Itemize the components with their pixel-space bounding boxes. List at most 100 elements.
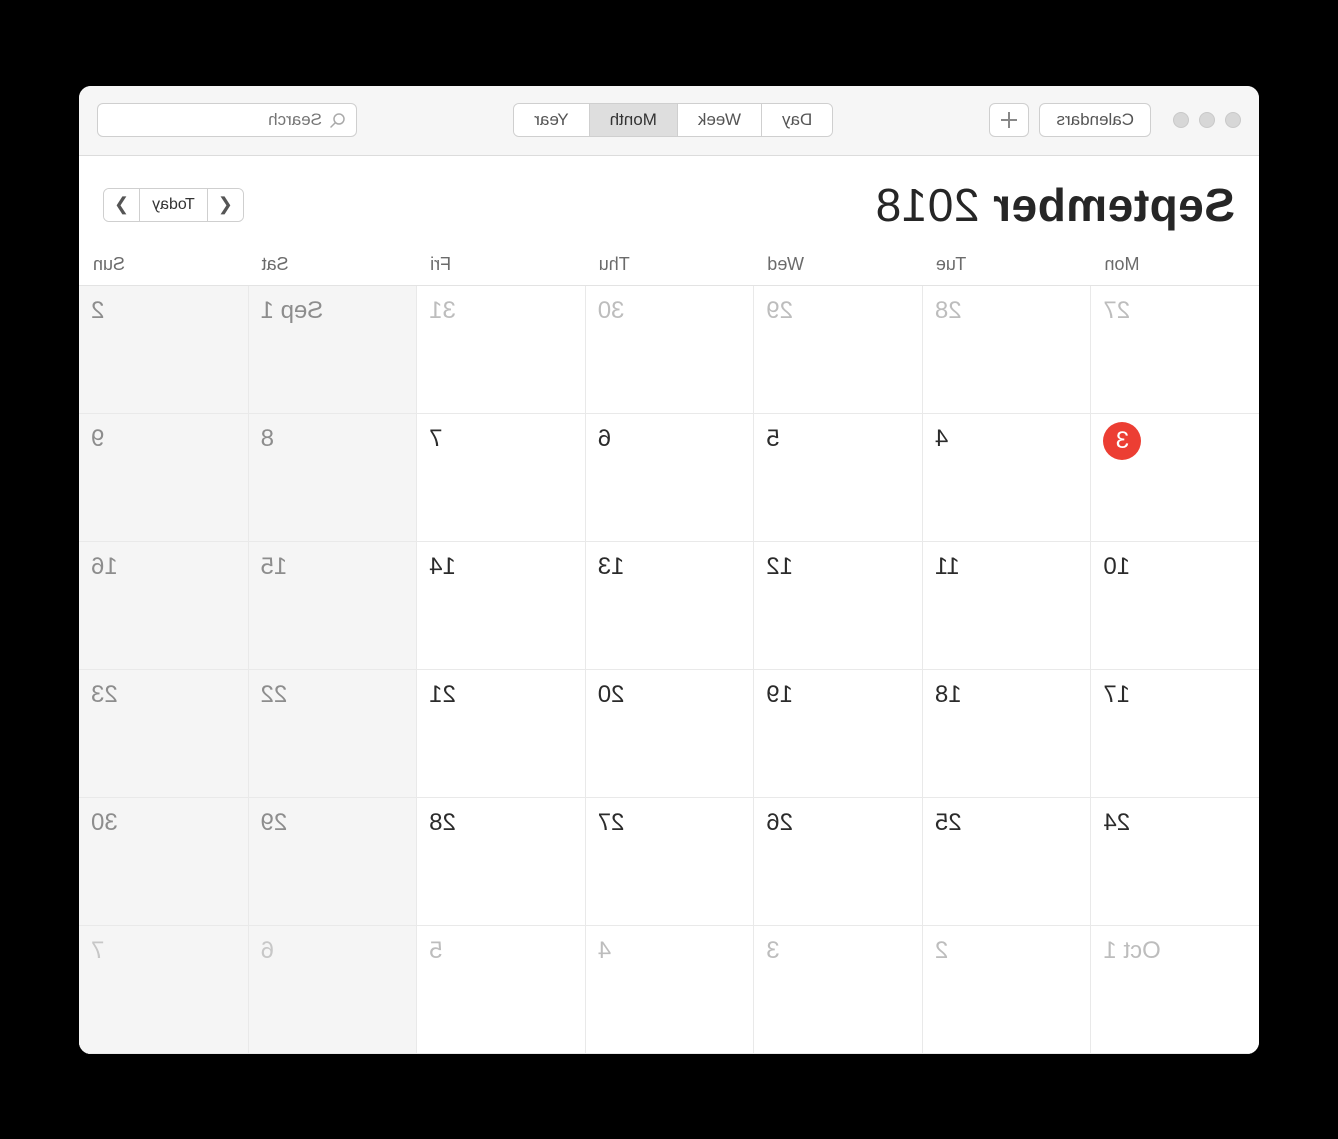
weekday-header-row: MonTueWedThuFriSatSun <box>79 246 1259 286</box>
day-cell[interactable]: 4 <box>922 414 1091 542</box>
day-cell[interactable]: Sep 1 <box>248 286 417 414</box>
day-number: 29 <box>261 806 295 840</box>
fullscreen-window-icon[interactable] <box>1173 112 1189 128</box>
day-cell[interactable]: 27 <box>1090 286 1259 414</box>
day-cell[interactable]: 18 <box>922 670 1091 798</box>
view-tab-year[interactable]: Year <box>514 104 588 136</box>
search-field[interactable] <box>97 103 357 137</box>
titlebar: Calendars DayWeek Month Year <box>79 86 1259 156</box>
day-number: 13 <box>598 550 632 584</box>
day-cell[interactable]: 3 <box>1090 414 1259 542</box>
day-cell[interactable]: 22 <box>248 670 417 798</box>
day-number: 30 <box>598 294 632 328</box>
day-cell[interactable]: 24 <box>1090 798 1259 926</box>
day-number: Sep 1 <box>261 294 324 328</box>
day-cell[interactable]: 25 <box>922 798 1091 926</box>
day-cell[interactable]: 4 <box>585 926 754 1054</box>
day-number: 5 <box>429 934 463 968</box>
day-cell[interactable]: 7 <box>416 414 585 542</box>
day-cell[interactable]: 5 <box>753 414 922 542</box>
prev-month-button[interactable]: ❮ <box>207 189 243 221</box>
minimize-window-icon[interactable] <box>1199 112 1215 128</box>
day-cell[interactable]: 20 <box>585 670 754 798</box>
day-cell[interactable]: 23 <box>79 670 248 798</box>
day-cell[interactable]: 5 <box>416 926 585 1054</box>
day-number: 6 <box>261 934 295 968</box>
month-name: September <box>993 179 1235 231</box>
day-cell[interactable]: 11 <box>922 542 1091 670</box>
day-number: 21 <box>429 678 463 712</box>
day-cell[interactable]: 29 <box>753 286 922 414</box>
page-title: September 2018 <box>875 178 1235 232</box>
day-number: 6 <box>598 422 632 456</box>
view-tab-day[interactable]: Day <box>761 104 832 136</box>
day-number: 4 <box>935 422 969 456</box>
day-cell[interactable]: 7 <box>79 926 248 1054</box>
day-cell[interactable]: 28 <box>416 798 585 926</box>
day-number: 31 <box>429 294 463 328</box>
day-number: 24 <box>1103 806 1137 840</box>
day-cell[interactable]: 17 <box>1090 670 1259 798</box>
day-cell[interactable]: 3 <box>753 926 922 1054</box>
day-number: 27 <box>598 806 632 840</box>
view-switcher: DayWeek Month Year <box>513 103 833 137</box>
day-cell[interactable]: 13 <box>585 542 754 670</box>
close-window-icon[interactable] <box>1225 112 1241 128</box>
search-input[interactable] <box>101 110 322 130</box>
day-number: 25 <box>935 806 969 840</box>
year-number: 2018 <box>875 179 979 231</box>
chevron-left-icon: ❮ <box>218 194 233 215</box>
day-number: 23 <box>91 678 125 712</box>
day-number: 12 <box>766 550 800 584</box>
today-button[interactable]: Today <box>139 189 207 221</box>
view-tab-month[interactable]: Month <box>589 104 677 136</box>
day-number: 17 <box>1103 678 1137 712</box>
day-cell[interactable]: 2 <box>922 926 1091 1054</box>
day-number: 10 <box>1103 550 1137 584</box>
day-number: 3 <box>766 934 800 968</box>
month-navigator: ❮ Today ❯ <box>103 188 244 222</box>
next-month-button[interactable]: ❯ <box>104 189 139 221</box>
day-cell[interactable]: 31 <box>416 286 585 414</box>
day-cell[interactable]: 29 <box>248 798 417 926</box>
day-cell[interactable]: 28 <box>922 286 1091 414</box>
day-number: 2 <box>91 294 125 328</box>
day-number: 29 <box>766 294 800 328</box>
day-cell[interactable]: 19 <box>753 670 922 798</box>
day-cell[interactable]: 14 <box>416 542 585 670</box>
day-cell[interactable]: 10 <box>1090 542 1259 670</box>
day-cell[interactable]: 12 <box>753 542 922 670</box>
day-cell[interactable]: 15 <box>248 542 417 670</box>
day-cell[interactable]: 30 <box>79 798 248 926</box>
view-tab-label: Month <box>610 110 657 130</box>
day-number: 4 <box>598 934 632 968</box>
day-number: Oct 1 <box>1103 934 1160 968</box>
day-cell[interactable]: Oct 1 <box>1090 926 1259 1054</box>
calendars-button[interactable]: Calendars <box>1040 103 1152 137</box>
day-number: 8 <box>261 422 295 456</box>
day-cell[interactable]: 27 <box>585 798 754 926</box>
day-number: 2 <box>935 934 969 968</box>
weekday-header: Fri <box>416 246 585 285</box>
day-cell[interactable]: 6 <box>248 926 417 1054</box>
day-number: 30 <box>91 806 125 840</box>
day-number: 27 <box>1103 294 1137 328</box>
day-cell[interactable]: 26 <box>753 798 922 926</box>
day-cell[interactable]: 30 <box>585 286 754 414</box>
day-cell[interactable]: 9 <box>79 414 248 542</box>
day-number: 15 <box>261 550 295 584</box>
day-cell[interactable]: 16 <box>79 542 248 670</box>
day-cell[interactable]: 21 <box>416 670 585 798</box>
day-number: 14 <box>429 550 463 584</box>
day-number: 9 <box>91 422 125 456</box>
day-cell[interactable]: 6 <box>585 414 754 542</box>
day-number: 28 <box>429 806 463 840</box>
day-cell[interactable]: 8 <box>248 414 417 542</box>
calendar-window: Calendars DayWeekMonthYear September 201… <box>79 86 1259 1054</box>
add-event-button[interactable] <box>990 103 1030 137</box>
view-tab-week[interactable]: Week <box>677 104 761 136</box>
day-cell[interactable]: 2 <box>79 286 248 414</box>
today-button-label: Today <box>152 196 195 214</box>
search-icon <box>330 112 346 128</box>
weekday-header: Sat <box>248 246 417 285</box>
